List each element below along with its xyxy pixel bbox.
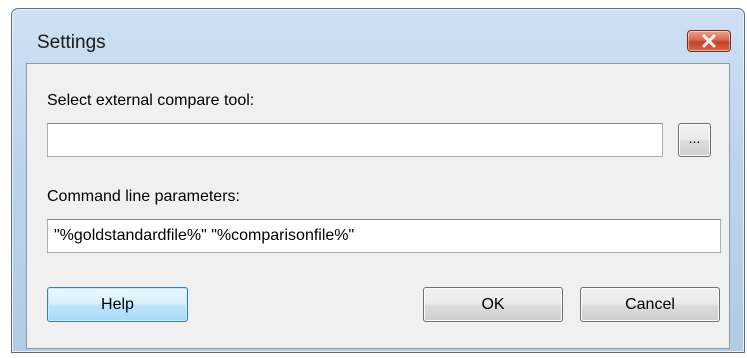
command-line-label: Command line parameters: bbox=[47, 188, 240, 205]
command-line-input[interactable]: "%goldstandardfile%" "%comparisonfile%" bbox=[47, 219, 721, 253]
screenshot-page: Settings Select external compare tool: .… bbox=[0, 0, 747, 358]
window-title: Settings bbox=[37, 32, 106, 53]
compare-tool-path-input[interactable] bbox=[47, 123, 663, 157]
close-icon bbox=[702, 34, 716, 48]
title-bar[interactable]: Settings bbox=[12, 9, 744, 63]
ok-button[interactable]: OK bbox=[423, 287, 563, 322]
help-button[interactable]: Help bbox=[47, 287, 188, 322]
compare-tool-label: Select external compare tool: bbox=[47, 92, 255, 109]
close-button[interactable] bbox=[687, 30, 731, 52]
settings-dialog: Settings Select external compare tool: .… bbox=[11, 8, 745, 353]
browse-button[interactable]: ... bbox=[678, 123, 711, 157]
dialog-body: Select external compare tool: ... Comman… bbox=[26, 63, 730, 349]
cancel-button[interactable]: Cancel bbox=[580, 287, 720, 322]
